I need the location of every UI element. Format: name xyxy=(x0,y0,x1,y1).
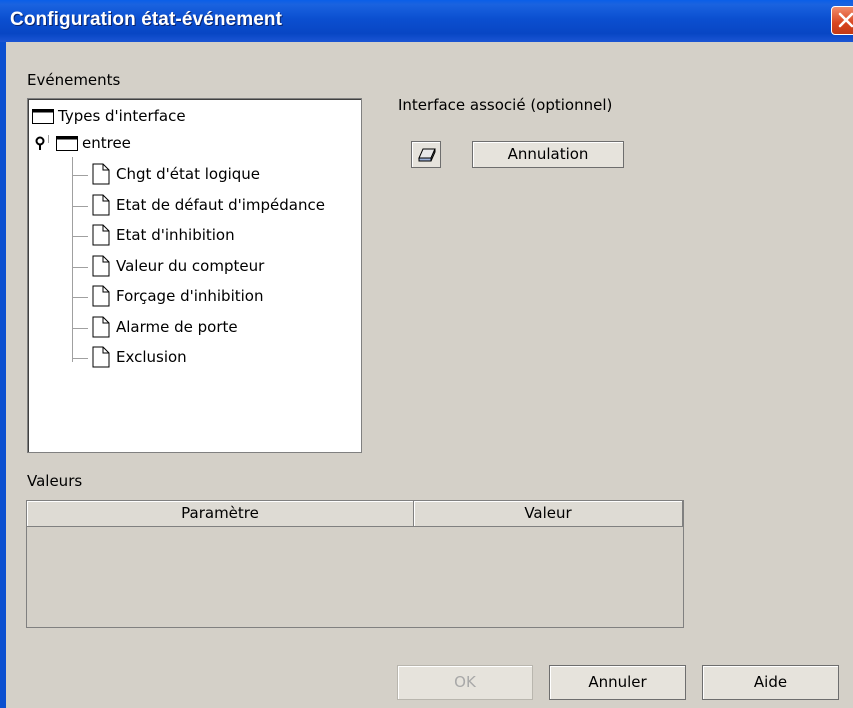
event-tree[interactable]: Types d'interface entree Chgt d'état log… xyxy=(27,98,362,453)
column-header-parametre[interactable]: Paramètre xyxy=(27,501,414,527)
folder-icon xyxy=(32,109,54,124)
tree-connector xyxy=(48,135,49,143)
tree-connector xyxy=(72,328,88,329)
tree-connector xyxy=(72,236,88,237)
document-icon xyxy=(92,316,110,338)
close-icon xyxy=(838,12,853,28)
tree-connector xyxy=(72,267,88,268)
ok-button[interactable]: OK xyxy=(397,665,533,700)
tree-item-label: Etat de défaut d'impédance xyxy=(116,196,325,214)
tree-item-label: Valeur du compteur xyxy=(116,257,265,275)
document-icon xyxy=(92,346,110,368)
tree-item-label: Exclusion xyxy=(116,348,187,366)
aide-button[interactable]: Aide xyxy=(702,665,839,700)
tree-connector xyxy=(72,297,88,298)
annulation-button[interactable]: Annulation xyxy=(472,141,624,168)
folder-icon xyxy=(56,136,78,151)
close-button[interactable] xyxy=(831,6,853,35)
tree-connector xyxy=(72,206,88,207)
tree-item-label: Chgt d'état logique xyxy=(116,165,261,183)
window-border xyxy=(0,42,6,708)
eraser-icon xyxy=(418,148,436,162)
tree-connector xyxy=(72,175,88,176)
annuler-button[interactable]: Annuler xyxy=(549,665,686,700)
values-label: Valeurs xyxy=(27,472,83,490)
eraser-button[interactable] xyxy=(411,141,441,168)
values-table[interactable]: Paramètre Valeur xyxy=(26,500,684,628)
tree-connector xyxy=(72,157,73,362)
tree-item-label: Forçage d'inhibition xyxy=(116,287,264,305)
document-icon xyxy=(92,255,110,277)
document-icon xyxy=(92,285,110,307)
window-title: Configuration état-événement xyxy=(10,9,282,30)
document-icon xyxy=(92,224,110,246)
expand-handle-icon[interactable] xyxy=(34,135,48,151)
tree-item-label: Alarme de porte xyxy=(116,318,238,336)
column-header-valeur[interactable]: Valeur xyxy=(414,501,683,527)
document-icon xyxy=(92,194,110,216)
tree-item-label: Etat d'inhibition xyxy=(116,226,235,244)
tree-connector xyxy=(72,358,88,359)
tree-group-label: entree xyxy=(82,134,131,152)
tree-root-label: Types d'interface xyxy=(58,107,186,125)
events-label: Evénements xyxy=(27,71,121,89)
document-icon xyxy=(92,163,110,185)
title-bar[interactable]: Configuration état-événement xyxy=(0,0,853,42)
interface-label: Interface associé (optionnel) xyxy=(398,96,613,114)
